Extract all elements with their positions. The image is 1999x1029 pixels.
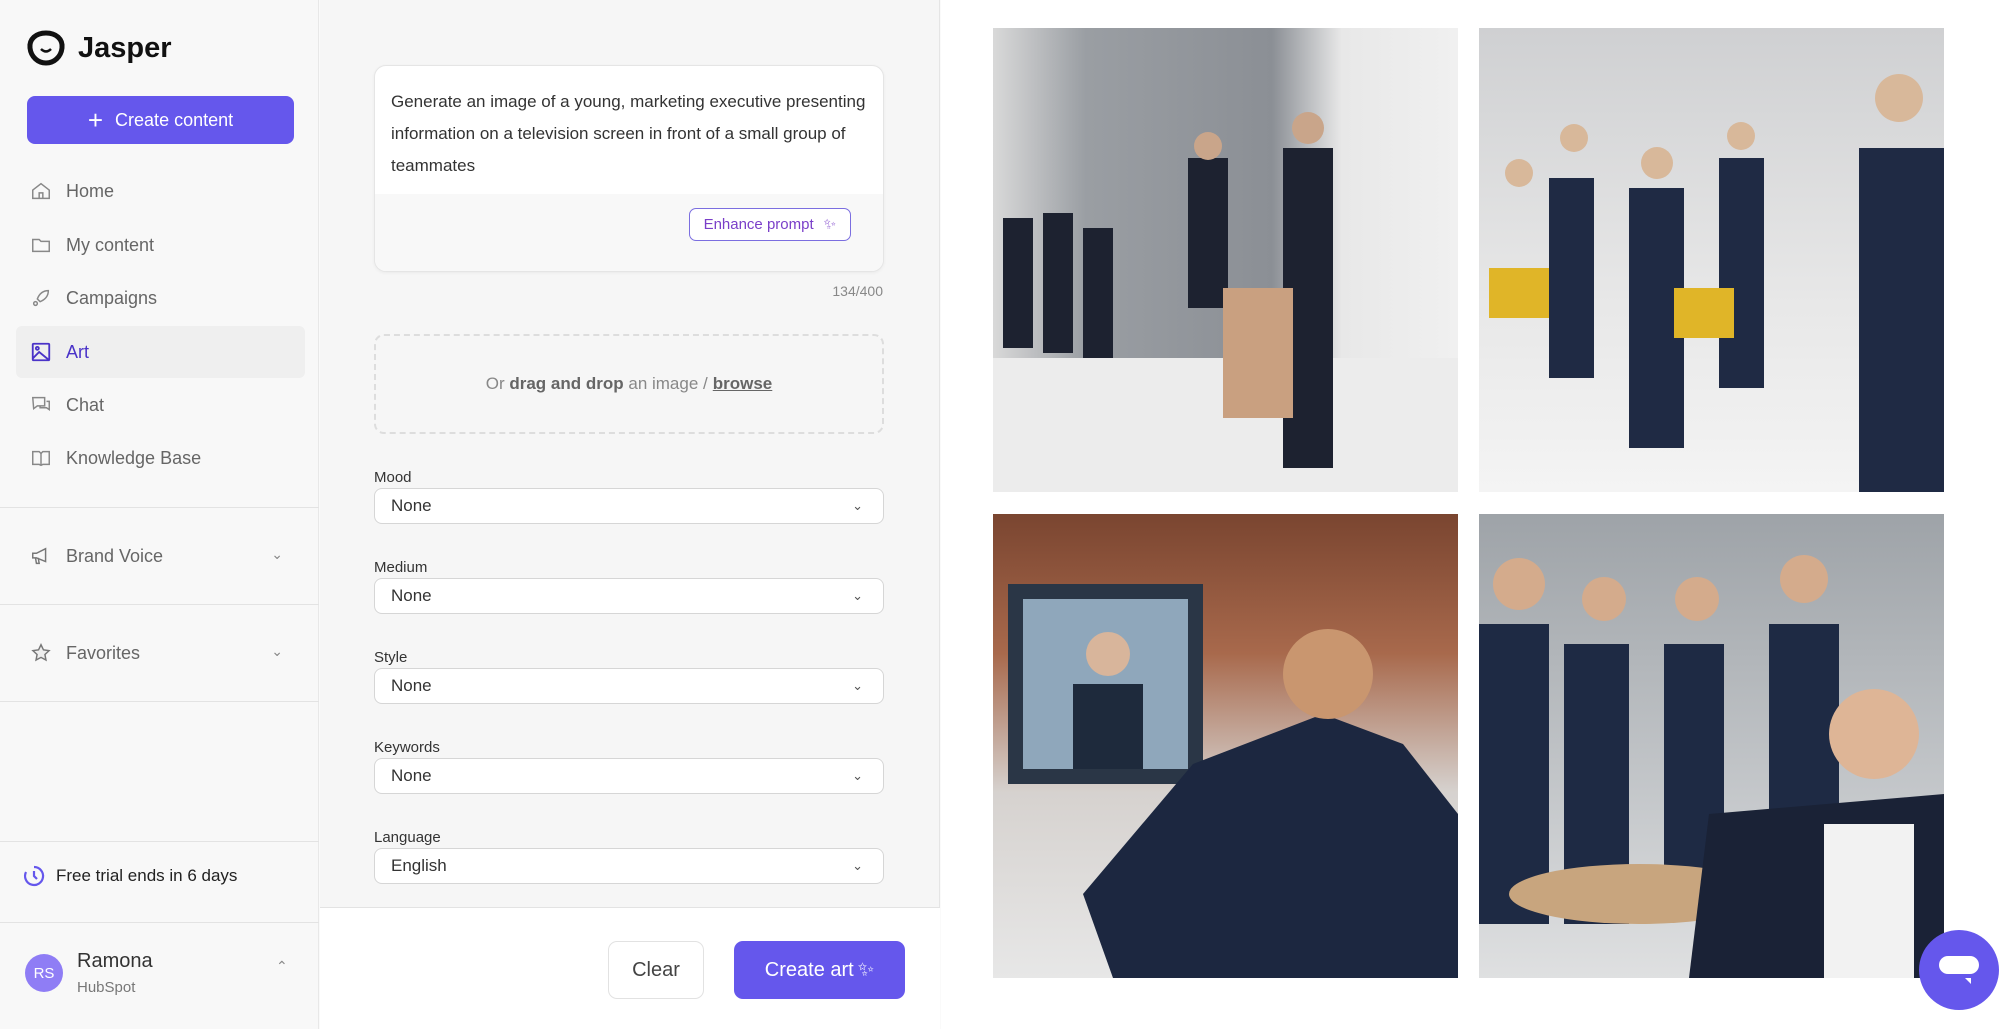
divider <box>0 841 319 842</box>
user-menu[interactable]: RS Ramona HubSpot <box>25 950 153 996</box>
chat-bubble-icon <box>1939 956 1979 984</box>
enhance-prompt-button[interactable]: Enhance prompt ✨︎ <box>688 208 851 241</box>
image-figures <box>1008 584 1458 978</box>
create-content-label: Create content <box>115 109 234 130</box>
generated-image-3[interactable] <box>993 514 1458 978</box>
user-name: Ramona <box>77 950 153 972</box>
megaphone-icon <box>32 547 47 565</box>
medium-select[interactable]: None ⌄ <box>374 578 884 614</box>
medium-label: Medium <box>374 559 428 576</box>
chevron-down-icon: ⌄ <box>852 858 863 873</box>
avatar: RS <box>25 954 63 992</box>
sidebar-item-label: Home <box>66 180 115 201</box>
divider <box>0 701 319 702</box>
jasper-logo[interactable]: Jasper <box>26 30 172 66</box>
enhance-label: Enhance prompt <box>703 216 814 233</box>
medium-value: None <box>391 586 432 605</box>
sidebar-item-knowledge-base[interactable]: Knowledge Base <box>16 432 305 484</box>
image-dropzone[interactable]: Or drag and drop an image / browse <box>374 334 884 434</box>
divider <box>0 922 319 923</box>
clear-button[interactable]: Clear <box>608 941 704 999</box>
sidebar: Jasper + Create content Home My content C… <box>0 0 319 1029</box>
folder-icon <box>32 238 50 253</box>
chevron-up-icon[interactable]: ⌃ <box>276 958 288 975</box>
book-icon <box>32 450 50 467</box>
brand-name: Jasper <box>78 31 172 64</box>
prompt-card: Generate an image of a young, marketing … <box>374 65 884 272</box>
sidebar-item-art[interactable]: Art <box>16 326 305 378</box>
style-label: Style <box>374 649 408 666</box>
keywords-select[interactable]: None ⌄ <box>374 758 884 794</box>
prompt-footer: Enhance prompt ✨︎ <box>375 194 883 271</box>
sidebar-item-label: Knowledge Base <box>66 447 202 468</box>
generated-image-4[interactable] <box>1479 514 1944 978</box>
chevron-down-icon: ⌄ <box>852 678 863 693</box>
sidebar-item-chat[interactable]: Chat <box>16 379 305 431</box>
sidebar-item-campaigns[interactable]: Campaigns <box>16 272 305 324</box>
rocket-icon <box>32 289 50 307</box>
generated-image-1[interactable] <box>993 28 1458 492</box>
trial-notice[interactable]: Free trial ends in 6 days <box>22 864 237 888</box>
browse-link[interactable]: browse <box>713 374 773 394</box>
create-content-button[interactable]: + Create content <box>27 96 294 144</box>
sidebar-item-my-content[interactable]: My content <box>16 219 305 271</box>
user-org: HubSpot <box>77 979 136 996</box>
plus-icon: + <box>87 105 104 135</box>
star-icon <box>31 643 51 662</box>
chevron-down-icon: ⌄ <box>852 498 863 513</box>
sidebar-item-home[interactable]: Home <box>16 165 305 217</box>
jasper-logo-icon <box>27 30 65 66</box>
drop-middle: an image / <box>628 374 708 393</box>
chevron-down-icon[interactable]: ⌄ <box>271 546 283 563</box>
mood-value: None <box>391 496 432 515</box>
sidebar-item-label: Chat <box>66 394 105 415</box>
sparkle-icon: ✨︎ <box>823 216 836 233</box>
home-icon <box>32 182 50 200</box>
generated-images <box>941 0 1999 1029</box>
character-counter: 134/400 <box>832 283 883 299</box>
generated-image-2[interactable] <box>1479 28 1944 492</box>
chevron-down-icon: ⌄ <box>852 768 863 783</box>
art-form: Generate an image of a young, marketing … <box>320 0 940 1029</box>
chat-support-button[interactable] <box>1919 930 1999 1010</box>
sparkle-icon: ✨︎ <box>857 958 875 981</box>
language-label: Language <box>374 829 441 846</box>
mood-label: Mood <box>374 469 412 486</box>
sidebar-section-label: Brand Voice <box>66 545 164 566</box>
keywords-value: None <box>391 766 432 785</box>
chat-icon <box>31 396 50 411</box>
drop-prefix: Or <box>485 374 505 393</box>
sidebar-section-label: Favorites <box>66 642 141 663</box>
sidebar-item-label: Art <box>66 341 90 362</box>
mood-select[interactable]: None ⌄ <box>374 488 884 524</box>
style-select[interactable]: None ⌄ <box>374 668 884 704</box>
create-art-label: Create art <box>764 958 854 981</box>
chevron-down-icon: ⌄ <box>852 588 863 603</box>
language-value: English <box>391 856 447 875</box>
language-select[interactable]: English ⌄ <box>374 848 884 884</box>
clock-icon <box>23 865 45 887</box>
image-figures <box>1489 74 1944 492</box>
divider <box>0 507 319 508</box>
sidebar-item-label: Campaigns <box>66 287 158 308</box>
image-figures <box>1479 555 1944 978</box>
form-footer: Clear Create art ✨︎ <box>320 907 940 1029</box>
keywords-label: Keywords <box>374 739 440 756</box>
sidebar-section-brand-voice[interactable]: Brand Voice ⌄ <box>16 530 305 582</box>
drop-bold: drag and drop <box>509 374 624 393</box>
image-icon <box>31 342 51 362</box>
divider <box>0 604 319 605</box>
prompt-input[interactable]: Generate an image of a young, marketing … <box>375 66 883 194</box>
sidebar-item-label: My content <box>66 234 155 255</box>
create-art-button[interactable]: Create art ✨︎ <box>734 941 905 999</box>
style-value: None <box>391 676 432 695</box>
chevron-down-icon[interactable]: ⌄ <box>271 643 283 660</box>
sidebar-section-favorites[interactable]: Favorites ⌄ <box>16 627 305 679</box>
trial-text: Free trial ends in 6 days <box>56 866 238 885</box>
image-figures <box>993 112 1458 492</box>
